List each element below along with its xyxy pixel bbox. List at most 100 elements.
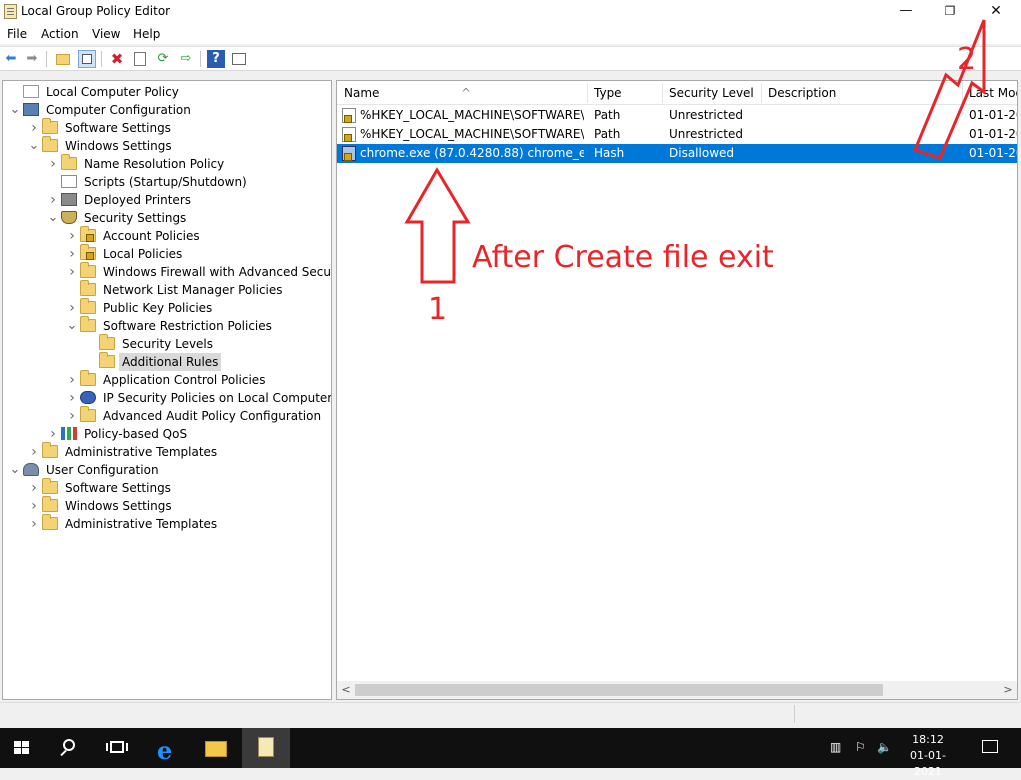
up-folder-icon[interactable] [54, 50, 72, 68]
tree-node-label: Windows Settings [65, 499, 172, 513]
collapse-chevron-icon[interactable]: ⌄ [9, 101, 21, 119]
menu-view[interactable]: View [92, 27, 120, 41]
list-header: ^ Name Type Security Level Description L… [337, 81, 1017, 105]
toolbar-separator [101, 51, 102, 67]
expand-chevron-icon[interactable]: › [28, 479, 40, 497]
locked-folder-icon [80, 226, 96, 242]
refresh-icon[interactable]: ⟳ [154, 50, 172, 68]
task-view-icon[interactable] [94, 728, 142, 768]
network-tray-icon[interactable]: ▥ [830, 740, 841, 754]
tree-node-label: Advanced Audit Policy Configuration [103, 409, 322, 423]
menu-file[interactable]: File [7, 27, 27, 41]
window-title: Local Group Policy Editor [21, 4, 171, 18]
tree-node-label: Additional Rules [119, 353, 222, 371]
rule-security-level: Disallowed [669, 146, 735, 160]
rule-name: chrome.exe (87.0.4280.88) chrome_exe ... [360, 146, 584, 160]
clock-date: 01-01-2021 [910, 749, 946, 778]
expand-chevron-icon[interactable]: › [47, 191, 59, 209]
scroll-left-icon[interactable]: < [337, 681, 355, 699]
column-security-level[interactable]: Security Level [669, 86, 754, 100]
column-last-modified[interactable]: Last Mod [969, 86, 1017, 100]
tree-node-label: Windows Settings [65, 139, 172, 153]
rule-security-level: Unrestricted [669, 108, 743, 122]
tree-node-label: Windows Firewall with Advanced Security [103, 265, 332, 279]
minimize-button[interactable]: — [883, 0, 929, 24]
column-divider[interactable] [587, 83, 588, 103]
column-type[interactable]: Type [594, 86, 622, 100]
column-divider[interactable] [662, 83, 663, 103]
search-icon[interactable] [46, 728, 94, 768]
view-icon[interactable] [230, 50, 248, 68]
rule-row-selected[interactable]: chrome.exe (87.0.4280.88) chrome_exe ...… [337, 144, 1017, 163]
collapse-chevron-icon[interactable]: ⌄ [66, 317, 78, 335]
taskbar-clock[interactable]: 18:12 01-01-2021 [898, 732, 958, 780]
expand-chevron-icon[interactable]: › [66, 263, 78, 281]
internet-explorer-icon[interactable]: e [143, 728, 191, 768]
expand-chevron-icon[interactable]: › [66, 245, 78, 263]
details-pane[interactable]: ^ Name Type Security Level Description L… [336, 80, 1018, 700]
collapse-chevron-icon[interactable]: ⌄ [9, 461, 21, 479]
expand-chevron-icon[interactable]: › [47, 425, 59, 443]
collapse-chevron-icon[interactable]: ⌄ [28, 137, 40, 155]
expand-chevron-icon[interactable]: › [28, 443, 40, 461]
tree-node-label: Computer Configuration [46, 103, 191, 117]
expand-chevron-icon[interactable]: › [66, 407, 78, 425]
restore-button[interactable]: ❐ [927, 0, 973, 24]
expand-chevron-icon[interactable]: › [66, 299, 78, 317]
tree-node-label: Security Settings [84, 211, 187, 225]
expand-chevron-icon[interactable]: › [28, 515, 40, 533]
menu-help[interactable]: Help [133, 27, 160, 41]
rule-last-modified: 01-01-2021 [969, 146, 1017, 160]
gpedit-taskbar-icon[interactable] [242, 728, 290, 768]
column-description[interactable]: Description [768, 86, 836, 100]
expand-chevron-icon[interactable]: › [66, 389, 78, 407]
folder-icon [42, 496, 58, 512]
annotation-step1-text: After Create file exit [472, 240, 774, 275]
taskbar: e ▥ ⚐ 🔈 18:12 01-01-2021 [0, 728, 1021, 778]
rule-type: Hash [594, 146, 625, 160]
volume-icon[interactable]: 🔈 [877, 740, 892, 754]
printer-icon [61, 193, 77, 206]
folder-icon [80, 262, 96, 278]
start-button[interactable] [0, 728, 48, 768]
folder-icon [42, 478, 58, 494]
collapse-chevron-icon[interactable]: ⌄ [47, 209, 59, 227]
back-icon[interactable]: ⬅ [2, 50, 20, 68]
folder-icon [80, 316, 96, 332]
policy-document-icon [23, 85, 39, 98]
expand-chevron-icon[interactable]: › [66, 371, 78, 389]
rule-row[interactable]: %HKEY_LOCAL_MACHINE\SOFTWARE\... Path Un… [337, 106, 1017, 125]
expand-chevron-icon[interactable]: › [28, 119, 40, 137]
scroll-thumb[interactable] [355, 684, 883, 696]
tree-node-label: Software Settings [65, 121, 171, 135]
folder-icon [42, 514, 58, 530]
export-list-icon[interactable]: ⇨ [177, 50, 195, 68]
user-icon [23, 463, 39, 476]
column-name[interactable]: Name [344, 86, 379, 100]
horizontal-scrollbar[interactable]: < > [337, 681, 1017, 699]
delete-icon[interactable]: ✖ [108, 50, 126, 68]
expand-chevron-icon[interactable]: › [28, 497, 40, 515]
close-button[interactable]: ✕ [973, 0, 1019, 24]
forward-icon[interactable]: ➡ [23, 50, 41, 68]
show-hide-tree-icon[interactable] [78, 50, 96, 68]
column-divider[interactable] [761, 83, 762, 103]
notifications-icon[interactable] [968, 728, 1016, 768]
tree-node-label: Software Settings [65, 481, 171, 495]
expand-chevron-icon[interactable]: › [47, 155, 59, 173]
action-center-tray-icon[interactable]: ⚐ [855, 740, 866, 754]
rule-row[interactable]: %HKEY_LOCAL_MACHINE\SOFTWARE\... Path Un… [337, 125, 1017, 144]
menu-action[interactable]: Action [41, 27, 79, 41]
help-icon[interactable]: ? [207, 50, 225, 68]
expand-chevron-icon[interactable]: › [66, 227, 78, 245]
path-rule-icon [342, 127, 356, 142]
console-tree[interactable]: Local Computer Policy ⌄ Computer Configura… [2, 80, 332, 700]
file-explorer-icon[interactable] [192, 728, 240, 768]
tree-node-label: Public Key Policies [103, 301, 213, 315]
rule-security-level: Unrestricted [669, 127, 743, 141]
scroll-right-icon[interactable]: > [999, 681, 1017, 699]
rule-type: Path [594, 127, 621, 141]
column-divider[interactable] [962, 83, 963, 103]
folder-icon [80, 280, 96, 296]
properties-icon[interactable] [131, 50, 149, 68]
